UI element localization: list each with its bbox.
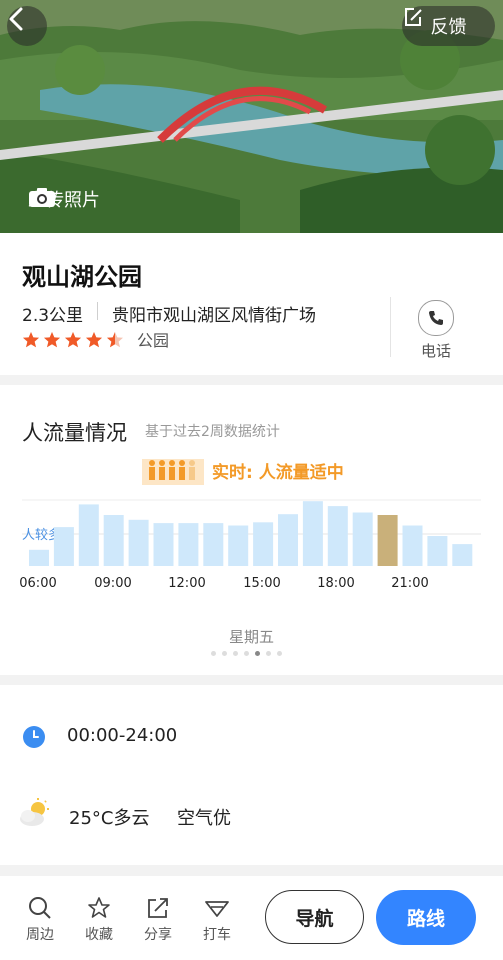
chart-bar: [352, 512, 373, 566]
phone-label: 电话: [421, 342, 452, 360]
chart-bar: [178, 523, 199, 566]
star-icon: [23, 332, 39, 348]
taxi-label: 打车: [203, 927, 231, 943]
route-button[interactable]: 路线: [376, 890, 476, 945]
upload-photo-button[interactable]: 上传照片: [28, 186, 100, 212]
back-arrow-icon: [9, 7, 23, 31]
page-dot: [255, 651, 260, 656]
page-dot: [211, 651, 216, 656]
taxi-button[interactable]: 打车: [196, 896, 238, 944]
distance: 2.3公里: [22, 306, 84, 326]
chart-bar: [29, 549, 49, 566]
share-button[interactable]: 分享: [137, 896, 179, 944]
weather-temp: 25°C多云: [69, 808, 150, 829]
page-dot: [266, 651, 271, 656]
phone-button[interactable]: [418, 300, 454, 336]
chart-bar: [452, 544, 473, 566]
nearby-label: 周边: [26, 927, 54, 943]
chart-bar-current: [377, 515, 398, 566]
nearby-button[interactable]: 周边: [19, 896, 61, 944]
page-indicator: [211, 651, 282, 656]
partly-cloudy-icon: [20, 798, 49, 826]
chart-bar: [203, 523, 224, 566]
chart-bar: [153, 523, 174, 566]
star-icon: [65, 332, 81, 348]
chart-bar: [253, 522, 274, 566]
crowd-title: 人流量情况: [22, 421, 127, 445]
place-category: 公园: [137, 331, 170, 350]
star-icon: [107, 332, 123, 348]
search-icon: [29, 897, 51, 919]
chart-bar: [402, 525, 423, 566]
people-icon: [142, 459, 204, 485]
navigate-button[interactable]: 导航: [265, 890, 364, 944]
feedback-button[interactable]: 反馈: [402, 6, 495, 46]
crowd-subtitle: 基于过去2周数据统计: [145, 424, 280, 440]
air-quality: 空气优: [177, 808, 231, 829]
page-dot: [233, 651, 238, 656]
x-tick-label: 21:00: [391, 576, 428, 591]
crowd-chart: 人较多 06:00 09:00 12:00 15:00 18:00 21:00: [19, 499, 481, 591]
address: 贵阳市观山湖区风情街广场: [112, 306, 316, 326]
star-icon: [86, 332, 102, 348]
back-button[interactable]: [7, 6, 47, 46]
page-dot: [277, 651, 282, 656]
chart-bar: [327, 506, 348, 566]
chart-bar: [128, 519, 149, 566]
day-label: 星期五: [228, 628, 274, 646]
chart-bar: [53, 527, 74, 566]
edit-icon: [405, 8, 422, 26]
hero-photo[interactable]: 反馈 上传照片: [0, 0, 503, 233]
rating-stars: [22, 331, 124, 349]
chart-bar: [103, 515, 124, 566]
chart-bar: [427, 536, 448, 566]
page-dot: [222, 651, 227, 656]
opening-hours: 00:00-24:00: [67, 725, 178, 746]
bottom-action-bar: 周边 收藏 分享 打车 导航 路线: [0, 876, 503, 960]
chart-bar: [302, 501, 323, 566]
clock-icon: [23, 726, 45, 748]
x-tick-label: 12:00: [168, 576, 205, 591]
x-tick-label: 06:00: [19, 576, 56, 591]
x-tick-label: 15:00: [243, 576, 280, 591]
share-icon: [148, 898, 168, 918]
star-icon: [88, 897, 110, 918]
favorite-label: 收藏: [85, 927, 113, 943]
page-dot: [244, 651, 249, 656]
realtime-status: 实时: 人流量适中: [142, 455, 344, 485]
camera-icon: [29, 188, 55, 207]
x-tick-label: 18:00: [317, 576, 354, 591]
star-icon: [44, 332, 60, 348]
crowd-card: 人流量情况 基于过去2周数据统计 实时: 人流量适中 人较多 06:00 09:0…: [0, 385, 503, 675]
taxi-icon: [205, 901, 229, 917]
divider: [97, 302, 98, 320]
x-tick-label: 09:00: [94, 576, 131, 591]
place-name: 观山湖公园: [22, 263, 142, 291]
divider: [390, 297, 391, 357]
details-card: 00:00-24:00 25°C多云 空气优: [0, 685, 503, 865]
chart-bar: [78, 504, 99, 566]
feedback-label: 反馈: [430, 17, 467, 38]
chart-bar: [278, 514, 298, 566]
realtime-label: 实时: 人流量适中: [212, 462, 344, 483]
favorite-button[interactable]: 收藏: [78, 896, 120, 944]
chart-bar: [228, 525, 249, 566]
share-label: 分享: [144, 927, 172, 943]
phone-icon: [429, 311, 443, 325]
